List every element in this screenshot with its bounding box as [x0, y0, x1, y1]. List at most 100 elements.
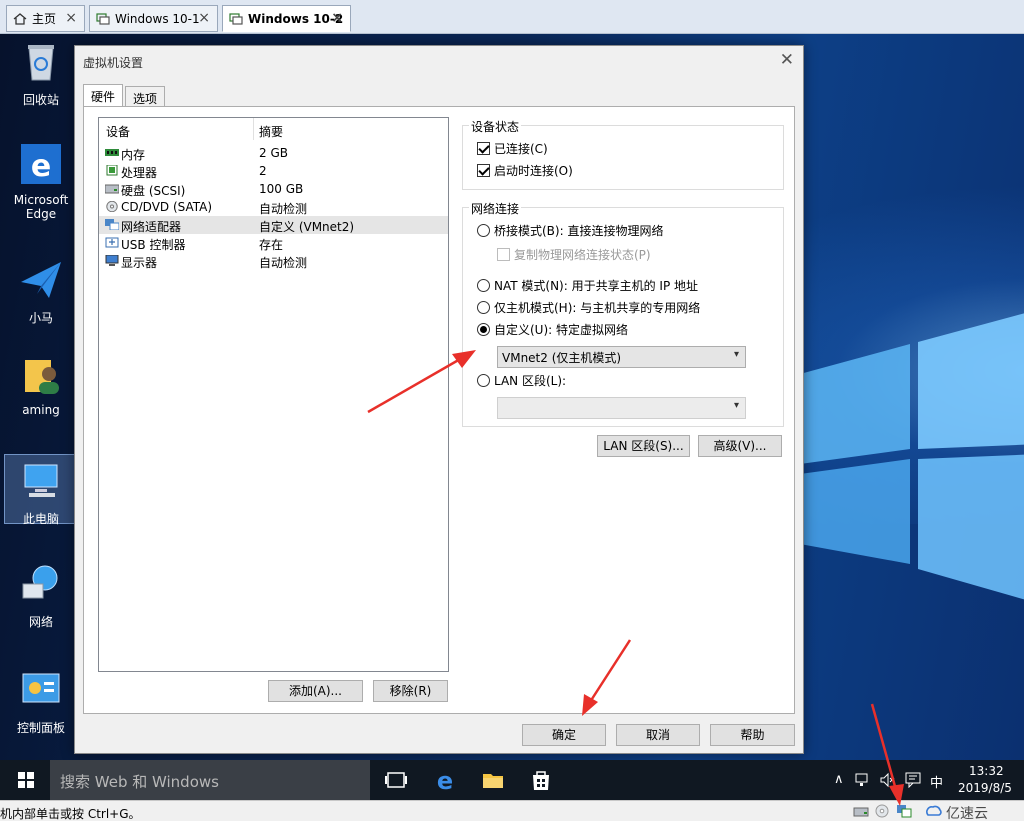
ok-button[interactable]: 确定 [522, 724, 606, 746]
device-status-group: 设备状态 已连接(C) 启动时连接(O) [462, 118, 784, 190]
tab-home[interactable]: 主页 × [6, 5, 85, 32]
svg-text:e: e [437, 768, 453, 792]
close-icon[interactable]: × [65, 10, 77, 26]
lan-segment-radio[interactable]: LAN 区段(L): [477, 372, 566, 389]
vm-icon [96, 12, 110, 25]
tab-windows-10-2[interactable]: Windows 10-2 × [222, 5, 351, 32]
this-pc-icon [24, 464, 58, 497]
device-row-usb-controller[interactable]: USB 控制器 存在 [99, 234, 448, 252]
column-divider[interactable] [253, 118, 254, 140]
vmware-tab-bar: 主页 × Windows 10-1 × Windows 10-2 × [0, 0, 1024, 34]
column-header-device[interactable]: 设备 [106, 123, 130, 140]
desktop-icon-xiaoma[interactable]: 小马 [4, 258, 78, 326]
radio-circle [477, 224, 490, 237]
tab-options[interactable]: 选项 [125, 86, 166, 108]
device-row-cd-dvd[interactable]: CD/DVD (SATA) 自动检测 [99, 198, 448, 216]
network-tray-icon[interactable] [855, 772, 871, 788]
checkbox-box [477, 164, 490, 177]
desktop-icon-this-pc[interactable]: 此电脑 [4, 454, 78, 526]
monitor-icon [105, 255, 119, 266]
help-button[interactable]: 帮助 [710, 724, 795, 746]
desktop-icon-recycle-bin[interactable]: 回收站 [4, 40, 78, 108]
desktop-icon-label: aming [22, 403, 60, 417]
device-summary: 2 [259, 164, 267, 178]
device-row-memory[interactable]: 内存 2 GB [99, 144, 448, 162]
close-icon[interactable]: × [198, 10, 210, 26]
desktop-icon-edge[interactable]: e Microsoft Edge [4, 142, 78, 221]
status-hint-text: 机内部单击或按 Ctrl+G。 [0, 807, 141, 821]
radio-label: 仅主机模式(H): 与主机共享的专用网络 [494, 301, 701, 315]
radio-label: 桥接模式(B): 直接连接物理网络 [494, 224, 664, 238]
network-adapter-icon [105, 219, 119, 230]
connect-at-power-on-checkbox[interactable]: 启动时连接(O) [477, 162, 573, 179]
device-name: 显示器 [121, 256, 158, 270]
radio-label: LAN 区段(L): [494, 374, 567, 388]
desktop-icon-network[interactable]: 网络 [4, 562, 78, 630]
network-adapter-status-icon[interactable] [896, 804, 912, 818]
cd-status-icon[interactable] [875, 804, 889, 818]
radio-circle [477, 374, 490, 387]
desktop-icon-aming[interactable]: aming [4, 352, 78, 417]
input-method-indicator[interactable]: 中 [930, 772, 943, 791]
radio-circle [477, 323, 490, 336]
checkbox-label: 已连接(C) [494, 142, 548, 156]
tab-windows-10-1[interactable]: Windows 10-1 × [89, 5, 218, 32]
radio-circle [477, 301, 490, 314]
device-summary: 自动检测 [259, 202, 308, 216]
advanced-button[interactable]: 高级(V)... [698, 435, 782, 457]
start-button[interactable] [0, 760, 50, 800]
device-summary: 存在 [259, 238, 284, 252]
device-row-processor[interactable]: 处理器 2 [99, 162, 448, 180]
tab-label: Windows 10-1 [115, 11, 200, 26]
device-name: CD/DVD (SATA) [121, 200, 213, 214]
volume-muted-icon[interactable] [879, 772, 895, 788]
host-only-radio[interactable]: 仅主机模式(H): 与主机共享的专用网络 [477, 299, 700, 316]
add-device-button[interactable]: 添加(A)... [268, 680, 363, 702]
device-name: 硬盘 (SCSI) [121, 184, 186, 198]
device-row-network-adapter[interactable]: 网络适配器 自定义 (VMnet2) [99, 216, 448, 234]
column-header-summary[interactable]: 摘要 [259, 123, 283, 140]
custom-network-radio[interactable]: 自定义(U): 特定虚拟网络 [477, 321, 628, 338]
control-panel-icon [22, 673, 60, 703]
hard-disk-status-icon[interactable] [853, 804, 869, 818]
store-icon[interactable] [529, 768, 553, 792]
checkbox-box [477, 142, 490, 155]
chevron-down-icon: ▾ [733, 349, 739, 360]
vmware-status-bar: 机内部单击或按 Ctrl+G。 亿速云 [0, 800, 1024, 821]
lan-segments-button[interactable]: LAN 区段(S)... [597, 435, 690, 457]
device-row-hard-disk[interactable]: 硬盘 (SCSI) 100 GB [99, 180, 448, 198]
edge-icon: e [21, 144, 61, 184]
svg-text:e: e [31, 149, 51, 184]
bridged-radio[interactable]: 桥接模式(B): 直接连接物理网络 [477, 222, 663, 239]
device-row-display[interactable]: 显示器 自动检测 [99, 252, 448, 270]
cpu-icon [106, 165, 118, 176]
clock-time[interactable]: 13:32 [969, 764, 1004, 778]
cancel-button[interactable]: 取消 [616, 724, 700, 746]
network-connection-group: 网络连接 桥接模式(B): 直接连接物理网络 复制物理网络连接状态(P) NAT… [462, 200, 784, 427]
device-list[interactable]: 设备 摘要 内存 2 GB 处理器 2 硬盘 (SCSI) 100 GB CD/… [98, 117, 449, 672]
chevron-up-icon[interactable]: ∧ [834, 772, 844, 787]
edge-icon[interactable]: e [433, 768, 457, 792]
task-view-icon[interactable] [384, 768, 408, 792]
select-value: VMnet2 (仅主机模式) [502, 351, 622, 365]
group-label: 网络连接 [469, 200, 522, 217]
lan-segment-select: ▾ [497, 397, 746, 419]
hardware-panel: 设备 摘要 内存 2 GB 处理器 2 硬盘 (SCSI) 100 GB CD/… [83, 106, 795, 714]
nat-radio[interactable]: NAT 模式(N): 用于共享主机的 IP 地址 [477, 277, 698, 294]
file-explorer-icon[interactable] [481, 768, 505, 792]
desktop-icon-control-panel[interactable]: 控制面板 [4, 668, 78, 736]
taskbar-search-box[interactable]: 搜索 Web 和 Windows [50, 760, 370, 800]
checkbox-label: 启动时连接(O) [494, 164, 573, 178]
remove-device-button[interactable]: 移除(R) [373, 680, 448, 702]
clock-date[interactable]: 2019/8/5 [958, 781, 1012, 795]
action-center-icon[interactable] [905, 772, 921, 788]
group-label: 设备状态 [469, 118, 522, 135]
yisu-cloud-logo-icon [926, 805, 942, 816]
connected-checkbox[interactable]: 已连接(C) [477, 140, 548, 157]
close-icon[interactable]: ✕ [780, 50, 794, 70]
cd-icon [106, 201, 118, 212]
device-name: USB 控制器 [121, 238, 186, 252]
custom-network-select[interactable]: VMnet2 (仅主机模式) ▾ [497, 346, 746, 368]
desktop-icon-label: 控制面板 [16, 721, 65, 735]
close-icon[interactable]: × [331, 10, 343, 26]
